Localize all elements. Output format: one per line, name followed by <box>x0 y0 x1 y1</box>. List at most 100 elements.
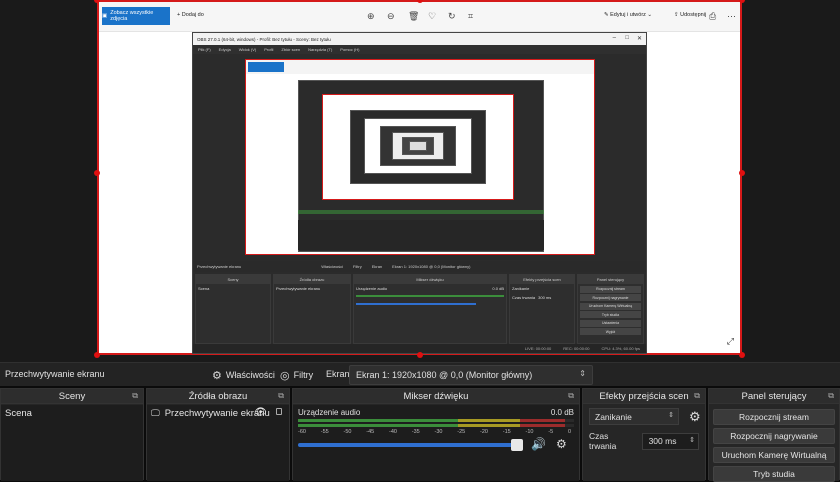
nested-mixer-title: Mikser dźwięku <box>354 275 506 284</box>
captured-screen-source[interactable]: ▣ Zobacz wszystkie zdjęcia + Dodaj do ⊕ … <box>97 0 742 355</box>
resize-handle-right[interactable] <box>739 170 745 176</box>
mixer-channel: Urządzenie audio 0.0 dB -60 -55 -50 -45 … <box>293 405 579 481</box>
nested-live-status: LIVE: 00:00:00 <box>524 346 552 351</box>
tick-label: -40 <box>389 429 397 435</box>
nested-preview-level-5 <box>409 141 427 151</box>
chevron-updown-icon: ⇕ <box>668 412 674 419</box>
nested-obs-menubar: Plik (F) Edycja Widok (V) Profil Zbiór s… <box>193 45 646 54</box>
list-item[interactable]: Scena <box>1 405 143 421</box>
scene-name: Scena <box>5 407 32 419</box>
transitions-body: Zanikanie ⇕ ⚙ Czas trwania 300 ms ⇕ <box>583 405 705 481</box>
scenes-dock-title: Sceny <box>58 390 86 402</box>
nested-obs-titlebar: OBS 27.0.1 (64-bit, windows) - Profil: B… <box>193 33 646 45</box>
tick-label: -30 <box>434 429 443 435</box>
controls-body: Rozpocznij stream Rozpocznij nagrywanie … <box>709 405 839 482</box>
nested-start-stream-button: Rozpocznij stream <box>580 285 641 293</box>
add-to-button: + Dodaj do <box>177 12 204 18</box>
scenes-list[interactable]: Scena <box>1 405 143 481</box>
nested-source-item: Przechwytywanie ekranu <box>276 286 321 291</box>
nested-see-all-button <box>248 62 284 72</box>
maximize-icon: □ <box>625 35 629 41</box>
undock-icon[interactable]: ⧉ <box>278 391 284 401</box>
properties-button[interactable]: ⚙ Właściwości <box>212 366 275 384</box>
undock-icon[interactable]: ⧉ <box>132 391 138 401</box>
sources-list[interactable]: 🖵 Przechwytywanie ekranu 👁 <box>147 405 289 481</box>
controls-dock: Panel sterujący ⧉ Rozpocznij stream Rozp… <box>708 388 840 482</box>
nested-cpu-status: CPU: 4.3%, 60.00 fps <box>601 346 640 351</box>
resize-handle-bottom[interactable] <box>417 352 423 358</box>
display-select[interactable]: Ekran 1: 1920x1080 @ 0,0 (Monitor główny… <box>349 365 593 385</box>
nested-properties-label: Właściwości <box>321 264 344 269</box>
undock-icon[interactable]: ⧉ <box>568 391 574 401</box>
tick-label: -10 <box>525 429 534 435</box>
expand-icon: ⤢ <box>726 336 734 346</box>
transitions-dock-title: Efekty przejścia scen <box>599 390 689 402</box>
resize-handle-bottom-right[interactable] <box>739 352 745 358</box>
tick-label: -5 <box>548 429 554 435</box>
display-select-value: Ekran 1: 1920x1080 @ 0,0 (Monitor główny… <box>356 370 533 380</box>
controls-dock-title: Panel sterujący <box>741 390 807 402</box>
sources-dock-header: Źródła obrazu ⧉ <box>147 389 289 404</box>
nested-duration-value: 300 ms <box>538 295 552 300</box>
volume-fader-handle[interactable] <box>511 439 523 451</box>
resize-handle-left[interactable] <box>94 170 100 176</box>
mixer-channel-header: Urządzenie audio 0.0 dB <box>298 408 574 417</box>
nested-duration-row: Czas trwania 300 ms <box>510 293 574 302</box>
duration-input[interactable]: 300 ms ⇕ <box>641 432 699 450</box>
tick-label: -35 <box>411 429 420 435</box>
edit-create-button: ✎ Edytuj i utwórz ⌄ <box>604 12 653 18</box>
nested-screen-label: Ekran <box>371 264 383 269</box>
crop-icon: ⌗ <box>468 11 474 21</box>
zoom-out-icon: ⊖ <box>387 11 395 21</box>
preview-area[interactable]: ▣ Zobacz wszystkie zdjęcia + Dodaj do ⊕ … <box>0 0 840 362</box>
start-recording-button[interactable]: Rozpocznij nagrywanie <box>713 428 835 444</box>
photo-icon: ▣ <box>102 13 108 19</box>
lock-icon[interactable] <box>276 408 282 415</box>
nested-exit-button: Wyjdź <box>580 328 641 335</box>
gear-icon[interactable]: ⚙ <box>556 437 567 451</box>
tick-label: -25 <box>457 429 466 435</box>
nested-menu-file: Plik (F) <box>198 47 211 52</box>
start-virtual-camera-button[interactable]: Uruchom Kamerę Wirtualną <box>713 447 835 463</box>
nested-transitions-panel: Efekty przejścia scen Zanikanie Czas trw… <box>509 274 575 344</box>
nested-mixer-device: Urządzenie audio <box>356 286 388 291</box>
tick-label: -55 <box>320 429 329 435</box>
scenes-dock-header: Sceny ⧉ <box>1 389 143 404</box>
volume-fader-track[interactable] <box>298 443 523 447</box>
print-icon: ⎙ <box>709 11 717 21</box>
filters-label: Filtry <box>293 370 314 380</box>
meter-green-zone <box>298 424 458 427</box>
volume-fader[interactable]: 🔊 ⚙ <box>298 437 574 451</box>
meter-green-zone <box>298 419 458 422</box>
see-all-photos-label: Zobacz wszystkie zdjęcia <box>110 10 154 22</box>
duration-label: Czas trwania <box>589 431 617 451</box>
speaker-icon[interactable]: 🔊 <box>531 437 546 451</box>
filter-icon: ◎ <box>280 369 290 382</box>
transition-select[interactable]: Zanikanie ⇕ <box>589 408 679 425</box>
scenes-dock: Sceny ⧉ Scena <box>0 388 144 481</box>
chevron-updown-icon: ⇕ <box>579 369 586 378</box>
nested-controls-panel: Panel sterujący Rozpocznij stream Rozpoc… <box>577 274 644 344</box>
filters-button[interactable]: ◎ Filtry <box>280 366 313 384</box>
controls-dock-header: Panel sterujący ⧉ <box>709 389 839 404</box>
source-toolbar: Przechwytywanie ekranu ⚙ Właściwości ◎ F… <box>0 362 840 386</box>
nested-preview-recursion <box>245 59 595 255</box>
undock-icon[interactable]: ⧉ <box>694 391 700 401</box>
start-stream-button[interactable]: Rozpocznij stream <box>713 409 835 425</box>
nested-mixer-row: Urządzenie audio 0.0 dB <box>354 284 506 293</box>
volume-meter <box>298 424 574 427</box>
gear-icon[interactable]: ⚙ <box>689 409 701 425</box>
edit-create-label: Edytuj i utwórz <box>610 12 646 18</box>
nested-mixer-meter <box>356 295 504 297</box>
meter-red-zone <box>520 419 565 422</box>
visibility-eye-icon[interactable]: 👁 <box>254 407 267 418</box>
undock-icon[interactable]: ⧉ <box>828 391 834 401</box>
resize-handle-bottom-left[interactable] <box>94 352 100 358</box>
tick-label: -45 <box>366 429 375 435</box>
delete-icon: 🗑 <box>408 11 420 21</box>
resize-handle-top-right[interactable] <box>739 0 745 3</box>
list-item[interactable]: 🖵 Przechwytywanie ekranu 👁 <box>147 405 289 421</box>
zoom-in-icon: ⊕ <box>367 11 375 21</box>
volume-meter <box>298 419 574 422</box>
chevron-updown-icon[interactable]: ⇕ <box>689 436 695 444</box>
